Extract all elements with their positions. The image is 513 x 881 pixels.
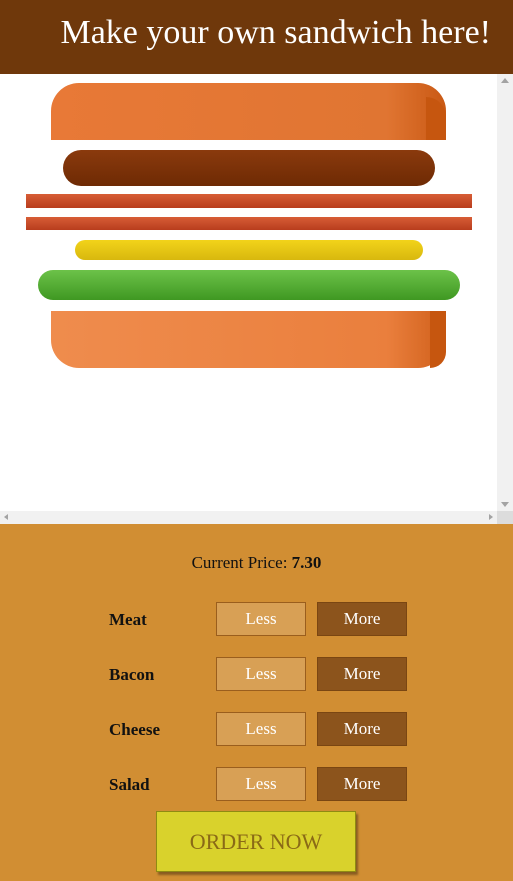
ingredient-label: Salad	[109, 775, 150, 794]
page-header: Make your own sandwich here!	[0, 0, 513, 74]
bacon-layer	[26, 194, 472, 208]
scroll-up-icon[interactable]	[501, 78, 509, 83]
ingredient-row-cheese: Cheese Less More	[0, 712, 513, 748]
ingredient-row-meat: Meat Less More	[0, 602, 513, 638]
price-value: 7.30	[291, 553, 322, 572]
horizontal-scrollbar[interactable]	[0, 511, 497, 524]
cheese-layer	[75, 240, 423, 260]
cheese-more-button[interactable]: More	[317, 712, 407, 746]
meat-more-button[interactable]: More	[317, 602, 407, 636]
ingredient-row-salad: Salad Less More	[0, 767, 513, 803]
salad-layer	[38, 270, 460, 300]
bottom-bun	[51, 311, 446, 368]
scroll-right-icon[interactable]	[489, 514, 493, 520]
order-now-button[interactable]: ORDER NOW	[156, 811, 356, 872]
bacon-more-button[interactable]: More	[317, 657, 407, 691]
vertical-scrollbar[interactable]	[497, 74, 513, 511]
scrollbar-corner	[497, 511, 513, 524]
meat-layer	[63, 150, 435, 186]
cheese-less-button[interactable]: Less	[216, 712, 306, 746]
ingredient-label: Meat	[109, 610, 147, 629]
ingredient-label: Cheese	[109, 720, 160, 739]
page-title: Make your own sandwich here!	[60, 14, 491, 51]
top-bun	[51, 83, 446, 140]
scroll-left-icon[interactable]	[4, 514, 8, 520]
current-price: Current Price: 7.30	[0, 553, 513, 573]
bacon-layer	[26, 217, 472, 230]
scroll-down-icon[interactable]	[501, 502, 509, 507]
ingredient-row-bacon: Bacon Less More	[0, 657, 513, 693]
ingredient-label: Bacon	[109, 665, 155, 684]
price-label: Current Price:	[191, 553, 288, 572]
salad-more-button[interactable]: More	[317, 767, 407, 801]
salad-less-button[interactable]: Less	[216, 767, 306, 801]
bacon-less-button[interactable]: Less	[216, 657, 306, 691]
meat-less-button[interactable]: Less	[216, 602, 306, 636]
